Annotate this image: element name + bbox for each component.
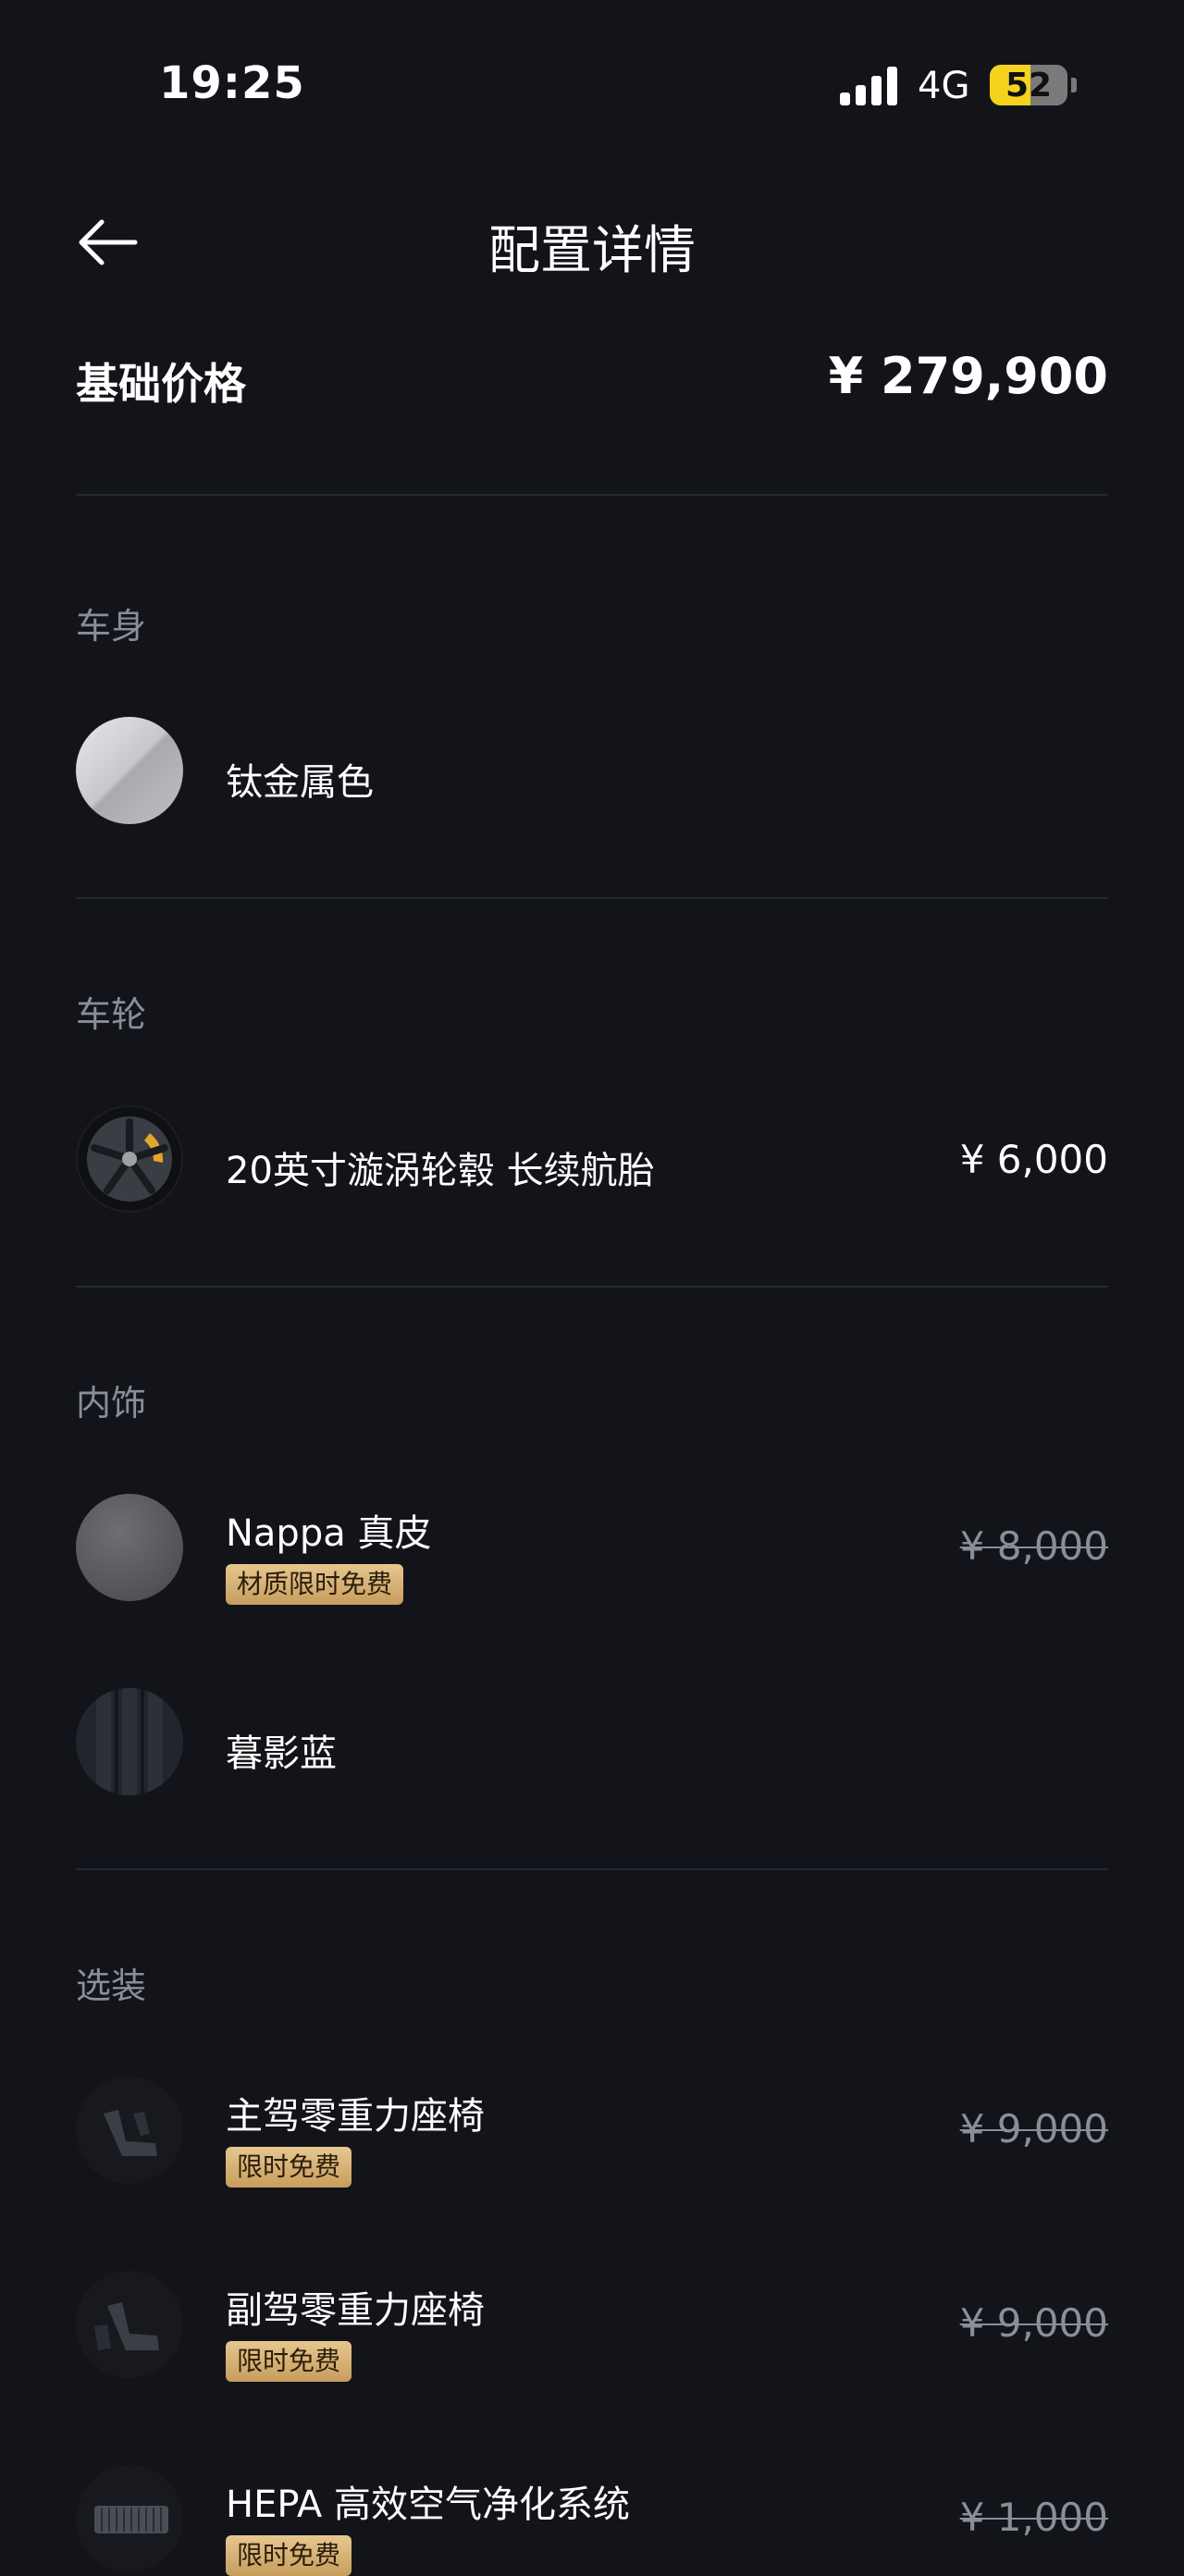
- item-name: 钛金属色: [226, 761, 374, 804]
- divider: [76, 1868, 1108, 1870]
- wheel-icon: [76, 1105, 183, 1213]
- section-title-options: 选装: [76, 1966, 147, 2006]
- divider: [76, 897, 1108, 899]
- item-name: 暮影蓝: [226, 1732, 337, 1775]
- item-name: HEPA 高效空气净化系统: [226, 2484, 630, 2526]
- divider: [76, 494, 1108, 496]
- page-title: 配置详情: [488, 221, 696, 281]
- item-name: Nappa 真皮: [226, 1512, 432, 1555]
- section-title-body: 车身: [76, 606, 147, 647]
- seat-icon: [76, 2077, 183, 2184]
- battery-level: 52: [1005, 67, 1053, 105]
- section-title-interior: 内饰: [76, 1383, 147, 1424]
- section-title-wheels: 车轮: [76, 994, 147, 1035]
- list-item-wheels[interactable]: 20英寸漩涡轮毂 长续航胎 ¥ 6,000: [76, 1105, 1108, 1216]
- item-price-original: ¥ 1,000: [959, 2495, 1108, 2540]
- item-price-original: ¥ 9,000: [959, 2106, 1108, 2151]
- list-item-body-color[interactable]: 钛金属色: [76, 717, 1108, 828]
- status-time: 19:25: [159, 57, 305, 109]
- air-filter-icon: [76, 2465, 183, 2572]
- divider: [76, 1286, 1108, 1288]
- status-bar: 19:25 4G 52: [0, 0, 1184, 176]
- item-price-original: ¥ 8,000: [959, 1523, 1108, 1569]
- item-name: 20英寸漩涡轮毂 长续航胎: [226, 1150, 655, 1192]
- list-item-option[interactable]: 主驾零重力座椅 限时免费 ¥ 9,000: [76, 2077, 1108, 2188]
- promo-badge: 限时免费: [226, 2341, 352, 2382]
- list-item-interior-material[interactable]: Nappa 真皮 材质限时免费 ¥ 8,000: [76, 1494, 1108, 1605]
- network-type: 4G: [918, 65, 970, 107]
- item-price-original: ¥ 9,000: [959, 2300, 1108, 2346]
- promo-badge: 限时免费: [226, 2535, 352, 2576]
- item-name: 副驾零重力座椅: [226, 2289, 485, 2332]
- battery-icon: 52: [990, 65, 1067, 105]
- signal-icon: [840, 67, 899, 105]
- base-price-row: 基础价格 ¥ 279,900: [76, 347, 1108, 412]
- leather-swatch-icon: [76, 1494, 183, 1601]
- seat-icon: [76, 2271, 183, 2378]
- interior-swatch-icon: [76, 1688, 183, 1795]
- list-item-interior-color[interactable]: 暮影蓝: [76, 1688, 1108, 1799]
- item-name: 主驾零重力座椅: [226, 2095, 485, 2138]
- base-price-label: 基础价格: [76, 359, 246, 409]
- promo-badge: 材质限时免费: [226, 1564, 404, 1605]
- list-item-option[interactable]: 副驾零重力座椅 限时免费 ¥ 9,000: [76, 2271, 1108, 2382]
- base-price-value: ¥ 279,900: [828, 347, 1108, 405]
- paint-swatch-icon: [76, 717, 183, 824]
- item-price: ¥ 6,000: [959, 1137, 1108, 1182]
- list-item-option[interactable]: HEPA 高效空气净化系统 限时免费 ¥ 1,000: [76, 2465, 1108, 2576]
- promo-badge: 限时免费: [226, 2147, 352, 2188]
